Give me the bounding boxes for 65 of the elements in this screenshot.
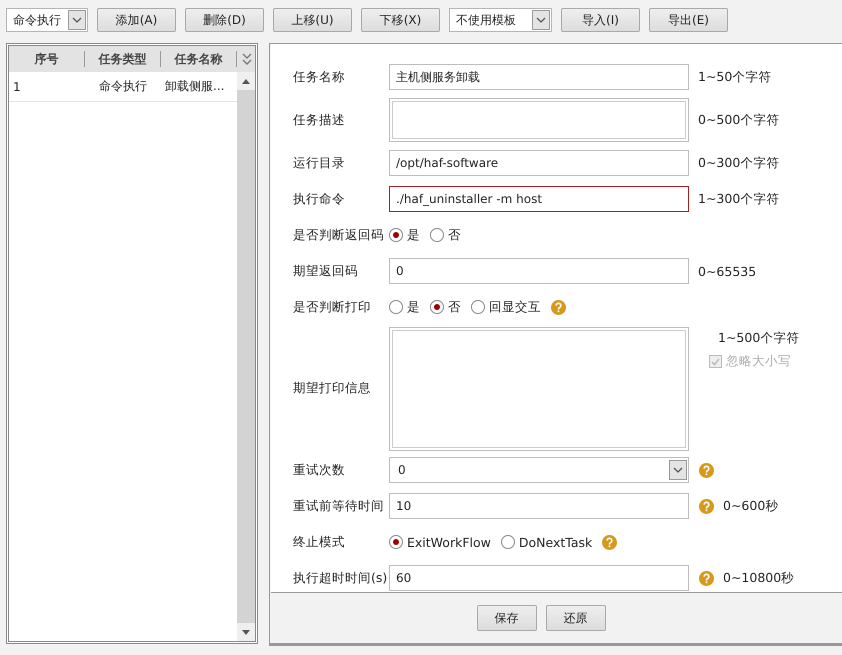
- toolbar-button[interactable]: 导出(E): [649, 8, 728, 32]
- field-label: 期望返回码: [293, 262, 359, 280]
- table-cell-text: 1: [12, 80, 22, 94]
- column-header[interactable]: 序号: [9, 51, 85, 67]
- help-icon[interactable]: [551, 300, 566, 315]
- footer-button[interactable]: 保存: [476, 605, 536, 631]
- field-label: 执行超时时间(s): [293, 570, 388, 586]
- toolbar-button[interactable]: 导入(I): [561, 8, 640, 32]
- table-cell-text: 命令执行: [98, 78, 148, 95]
- scroll-down-icon[interactable]: [242, 630, 250, 634]
- help-icon[interactable]: [602, 534, 618, 550]
- text-field[interactable]: 60: [389, 565, 689, 591]
- text-field[interactable]: 0: [389, 258, 689, 284]
- text-field[interactable]: ./haf_uninstaller -m host: [389, 186, 689, 212]
- field-label: 是否判断返回码: [293, 226, 385, 244]
- radio-option[interactable]: 回显交互: [471, 298, 541, 316]
- text-area[interactable]: [389, 326, 689, 451]
- field-hint: 0~500个字符: [698, 112, 780, 129]
- column-header[interactable]: 任务类型: [85, 51, 161, 67]
- check-icon: [711, 358, 720, 366]
- scroll-up-icon[interactable]: [242, 78, 250, 84]
- collapse-icon[interactable]: [241, 52, 253, 66]
- text-area[interactable]: [389, 98, 689, 142]
- field-label: 任务名称: [293, 68, 346, 86]
- task-type-select[interactable]: 命令执行: [6, 8, 88, 32]
- help-icon[interactable]: [699, 498, 714, 514]
- select-field[interactable]: 0: [389, 457, 689, 483]
- column-header[interactable]: 任务名称: [161, 51, 237, 67]
- radio-option[interactable]: DoNextTask: [500, 534, 592, 550]
- field-hint: 0~300个字符: [698, 154, 780, 172]
- field-hint: 0~600秒: [723, 498, 778, 514]
- radio-option[interactable]: ExitWorkFlow: [389, 534, 491, 550]
- field-label: 重试前等待时间: [293, 498, 385, 514]
- field-hint: 1~300个字符: [698, 190, 780, 208]
- field-hint: 0~10800秒: [723, 570, 794, 586]
- field-hint: 1~50个字符: [698, 68, 772, 86]
- help-icon[interactable]: [699, 570, 714, 586]
- radio-option[interactable]: 是: [389, 298, 420, 316]
- text-field[interactable]: 10: [389, 493, 689, 519]
- scrollbar[interactable]: [237, 72, 255, 641]
- template-select[interactable]: 不使用模板: [449, 8, 552, 32]
- field-label: 运行目录: [293, 154, 346, 172]
- field-label: 任务描述: [293, 112, 346, 129]
- help-icon[interactable]: [699, 462, 714, 478]
- field-label: 终止模式: [293, 534, 346, 550]
- field-label: 期望打印信息: [293, 380, 372, 398]
- radio-option[interactable]: 否: [430, 298, 461, 316]
- caret-icon: [72, 17, 82, 23]
- field-hint: 1~500个字符: [718, 330, 800, 348]
- field-label: 重试次数: [293, 462, 346, 478]
- text-field[interactable]: 主机侧服务卸载: [389, 64, 689, 90]
- field-label: 是否判断打印: [293, 298, 372, 316]
- radio-option[interactable]: 是: [389, 226, 420, 244]
- caret-icon: [673, 467, 683, 473]
- footer-button[interactable]: 还原: [546, 605, 606, 631]
- field-hint: 0~65535: [698, 264, 756, 279]
- toolbar-button[interactable]: 上移(U): [273, 8, 352, 32]
- radio-option[interactable]: 否: [430, 226, 461, 244]
- text-field[interactable]: /opt/haf-software: [389, 150, 689, 176]
- field-label: 执行命令: [293, 190, 346, 208]
- toolbar-button[interactable]: 下移(X): [361, 8, 440, 32]
- caret-icon: [536, 17, 546, 23]
- toolbar-button[interactable]: 删除(D): [185, 8, 264, 32]
- table-cell-text: 卸载侧服...: [164, 78, 226, 95]
- toolbar-button[interactable]: 添加(A): [97, 8, 176, 32]
